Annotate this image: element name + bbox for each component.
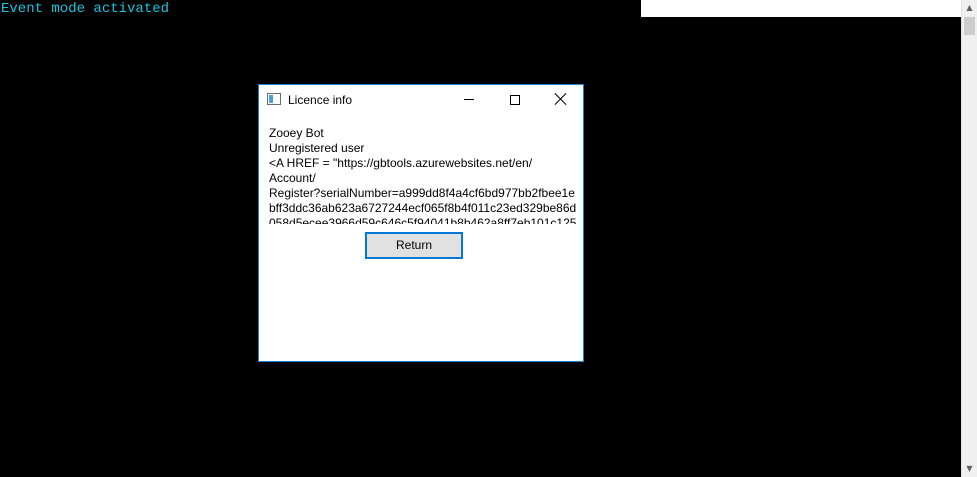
scroll-up-arrow-icon[interactable]: ▲: [964, 2, 975, 14]
register-link-line-2: Account/: [269, 171, 316, 185]
window-app-icon: [267, 93, 281, 105]
register-link-serial: Register?serialNumber=a999dd8f4a4cf6bd97…: [269, 186, 577, 224]
console-title-strip: [641, 0, 961, 17]
scrollbar-thumb[interactable]: [964, 17, 975, 35]
dialog-title: Licence info: [288, 93, 353, 107]
product-name: Zooey Bot: [269, 126, 324, 140]
return-button[interactable]: Return: [365, 232, 463, 259]
register-link-line-1: <A HREF = "https://gbtools.azurewebsites…: [269, 156, 533, 170]
maximize-button[interactable]: [492, 85, 538, 115]
scroll-down-arrow-icon[interactable]: ▼: [964, 463, 975, 475]
minimize-button[interactable]: [446, 85, 492, 115]
maximize-icon: [510, 95, 520, 105]
registration-status: Unregistered user: [269, 141, 365, 155]
licence-text: Zooey Bot Unregistered user <A HREF = "h…: [269, 126, 580, 224]
minimize-icon: [464, 99, 474, 100]
console-output-line: Event mode activated: [1, 1, 170, 17]
close-button[interactable]: [538, 85, 584, 115]
dialog-titlebar[interactable]: Licence info: [259, 85, 583, 115]
close-icon: [555, 93, 567, 105]
console-scrollbar[interactable]: ▲ ▼: [961, 0, 977, 477]
licence-info-dialog: Licence info Zooey Bot Unregistered user…: [258, 84, 584, 362]
